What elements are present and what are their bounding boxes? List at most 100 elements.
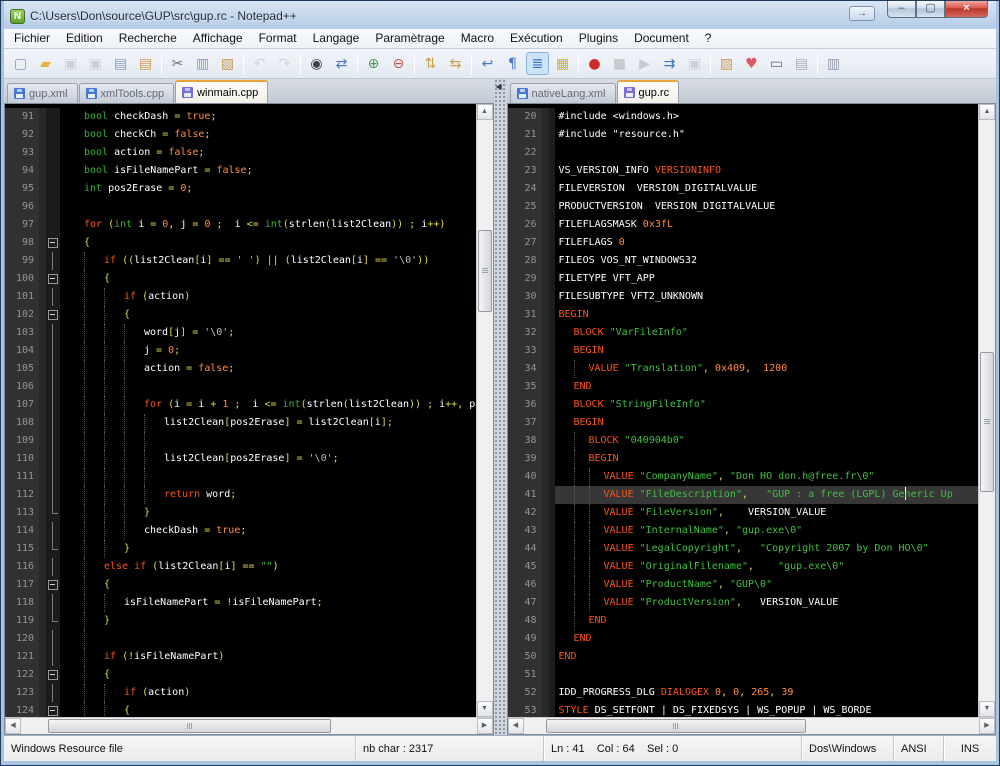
cut-icon[interactable]: ✂: [166, 52, 189, 75]
menu-item-document[interactable]: Document: [626, 29, 697, 48]
scroll-down-icon[interactable]: ▼: [979, 701, 995, 717]
code-text[interactable]: {: [60, 666, 476, 684]
code-text[interactable]: {: [60, 576, 476, 594]
new-file-icon[interactable]: ▢: [9, 52, 32, 75]
scroll-left-icon[interactable]: ◀: [5, 718, 21, 734]
code-text[interactable]: checkDash = true;: [60, 522, 476, 540]
print-preview-icon[interactable]: ▥: [822, 52, 845, 75]
open-file-icon[interactable]: ▰: [34, 52, 57, 75]
code-text[interactable]: {: [60, 270, 476, 288]
code-text[interactable]: [555, 144, 979, 162]
scroll-up-icon[interactable]: ▲: [476, 104, 493, 120]
code-text[interactable]: FILEVERSION VERSION_DIGITALVALUE: [555, 180, 979, 198]
code-text[interactable]: FILEFLAGSMASK 0x3fL: [555, 216, 979, 234]
tab-gup.rc[interactable]: gup.rc: [616, 80, 680, 103]
code-text[interactable]: STYLE DS_SETFONT | DS_FIXEDSYS | WS_POPU…: [555, 702, 979, 717]
sync-horizontal-icon[interactable]: ⇆: [444, 52, 467, 75]
function-list-icon[interactable]: ▨: [715, 52, 738, 75]
code-text[interactable]: isFileNamePart = !isFileNamePart;: [60, 594, 476, 612]
code-text[interactable]: FILETYPE VFT_APP: [555, 270, 979, 288]
code-text[interactable]: if ((list2Clean[i] == ' ') || (list2Clea…: [60, 252, 476, 270]
code-text[interactable]: END: [555, 630, 979, 648]
plugin-heart-icon[interactable]: ♥: [740, 52, 763, 75]
redo-icon[interactable]: ↷: [273, 52, 296, 75]
undo-icon[interactable]: ↶: [248, 52, 271, 75]
splitter-collapse-icon[interactable]: ◀: [496, 82, 502, 91]
console-icon[interactable]: ▭: [765, 52, 788, 75]
code-text[interactable]: BLOCK "VarFileInfo": [555, 324, 979, 342]
code-text[interactable]: word[j] = '\0';: [60, 324, 476, 342]
fold-toggle-icon[interactable]: [46, 270, 60, 288]
left-editor[interactable]: 91 bool checkDash = true; 92 bool checkCh =…: [5, 104, 476, 717]
find-icon[interactable]: ◉: [305, 52, 328, 75]
scroll-thumb[interactable]: [48, 719, 331, 733]
print-icon[interactable]: ▤: [109, 52, 132, 75]
code-text[interactable]: VALUE "FileVersion", VERSION_VALUE: [555, 504, 979, 522]
code-text[interactable]: [60, 198, 476, 216]
code-text[interactable]: VALUE "OriginalFilename", "gup.exe\0": [555, 558, 979, 576]
code-text[interactable]: VALUE "LegalCopyright", "Copyright 2007 …: [555, 540, 979, 558]
code-text[interactable]: bool action = false;: [60, 144, 476, 162]
title-bar[interactable]: N C:\Users\Don\source\GUP\src\gup.rc - N…: [4, 1, 996, 29]
scroll-thumb[interactable]: [477, 230, 492, 312]
code-text[interactable]: FILESUBTYPE VFT2_UNKNOWN: [555, 288, 979, 306]
print-now-icon[interactable]: ▤: [134, 52, 157, 75]
scroll-down-icon[interactable]: ▼: [476, 701, 493, 717]
menu-item-format[interactable]: Format: [251, 29, 305, 48]
code-text[interactable]: action = false;: [60, 360, 476, 378]
menu-item-?[interactable]: ?: [697, 29, 720, 48]
scroll-left-icon[interactable]: ◀: [507, 718, 524, 734]
code-text[interactable]: VALUE "ProductName", "GUP\0": [555, 576, 979, 594]
start-recording-icon[interactable]: ●: [583, 52, 606, 75]
tab-nativeLang.xml[interactable]: nativeLang.xml: [509, 83, 616, 103]
code-text[interactable]: bool checkCh = false;: [60, 126, 476, 144]
fold-toggle-icon[interactable]: [46, 306, 60, 324]
code-text[interactable]: return word;: [60, 486, 476, 504]
tab-winmain.cpp[interactable]: winmain.cpp: [175, 80, 269, 103]
paste-icon[interactable]: ▧: [216, 52, 239, 75]
save-icon[interactable]: ▣: [59, 52, 82, 75]
caret-line[interactable]: VALUE "FileDescription", "GUP : a free (…: [554, 486, 978, 504]
scroll-thumb[interactable]: [546, 719, 806, 733]
right-vertical-scrollbar[interactable]: ▲ ▼: [978, 104, 995, 717]
show-indent-guide-icon[interactable]: ≣: [526, 52, 549, 75]
code-text[interactable]: BLOCK "040904b0": [555, 432, 979, 450]
code-text[interactable]: [60, 378, 476, 396]
tray-arrow-icon[interactable]: →: [849, 6, 875, 21]
code-text[interactable]: list2Clean[pos2Erase] = '\0';: [60, 450, 476, 468]
code-text[interactable]: [555, 666, 979, 684]
code-text[interactable]: FILEOS VOS_NT_WINDOWS32: [555, 252, 979, 270]
code-text[interactable]: BLOCK "StringFileInfo": [555, 396, 979, 414]
code-text[interactable]: bool checkDash = true;: [60, 108, 476, 126]
code-text[interactable]: VALUE "CompanyName", "Don HO don.h@free.…: [555, 468, 979, 486]
code-text[interactable]: }: [60, 612, 476, 630]
save-macro-icon[interactable]: ▣: [683, 52, 706, 75]
minimize-button[interactable]: –: [887, 1, 916, 18]
code-text[interactable]: [60, 468, 476, 486]
menu-item-recherche[interactable]: Recherche: [111, 29, 185, 48]
fold-toggle-icon[interactable]: [46, 666, 60, 684]
code-text[interactable]: for (int i = 0, j = 0 ; i <= int(strlen(…: [60, 216, 476, 234]
code-text[interactable]: VS_VERSION_INFO VERSIONINFO: [555, 162, 979, 180]
playback-icon[interactable]: ▶: [633, 52, 656, 75]
code-text[interactable]: for (i = i + 1 ; i <= int(strlen(list2Cl…: [60, 396, 476, 414]
code-text[interactable]: IDD_PROGRESS_DLG DIALOGEX 0, 0, 265, 39: [555, 684, 979, 702]
right-horizontal-scrollbar[interactable]: ◀ ▶: [507, 717, 995, 734]
code-text[interactable]: j = 0;: [60, 342, 476, 360]
fold-toggle-icon[interactable]: [46, 234, 60, 252]
left-horizontal-scrollbar[interactable]: ◀ ▶: [5, 717, 493, 734]
code-text[interactable]: if (!isFileNamePart): [60, 648, 476, 666]
code-text[interactable]: {: [60, 234, 476, 252]
zoom-in-icon[interactable]: ⊕: [362, 52, 385, 75]
scroll-up-icon[interactable]: ▲: [979, 104, 995, 120]
menu-item-fichier[interactable]: Fichier: [6, 29, 58, 48]
right-editor[interactable]: 20 #include <windows.h> 21 #include "resour…: [507, 104, 979, 717]
code-text[interactable]: VALUE "ProductVersion", VERSION_VALUE: [555, 594, 979, 612]
maximize-button[interactable]: ▢: [916, 1, 945, 18]
code-text[interactable]: }: [60, 540, 476, 558]
save-all-icon[interactable]: ▣: [84, 52, 107, 75]
code-text[interactable]: PRODUCTVERSION VERSION_DIGITALVALUE: [555, 198, 979, 216]
code-text[interactable]: }: [60, 504, 476, 522]
scroll-right-icon[interactable]: ▶: [476, 718, 493, 734]
user-define-dialog-icon[interactable]: ▦: [551, 52, 574, 75]
